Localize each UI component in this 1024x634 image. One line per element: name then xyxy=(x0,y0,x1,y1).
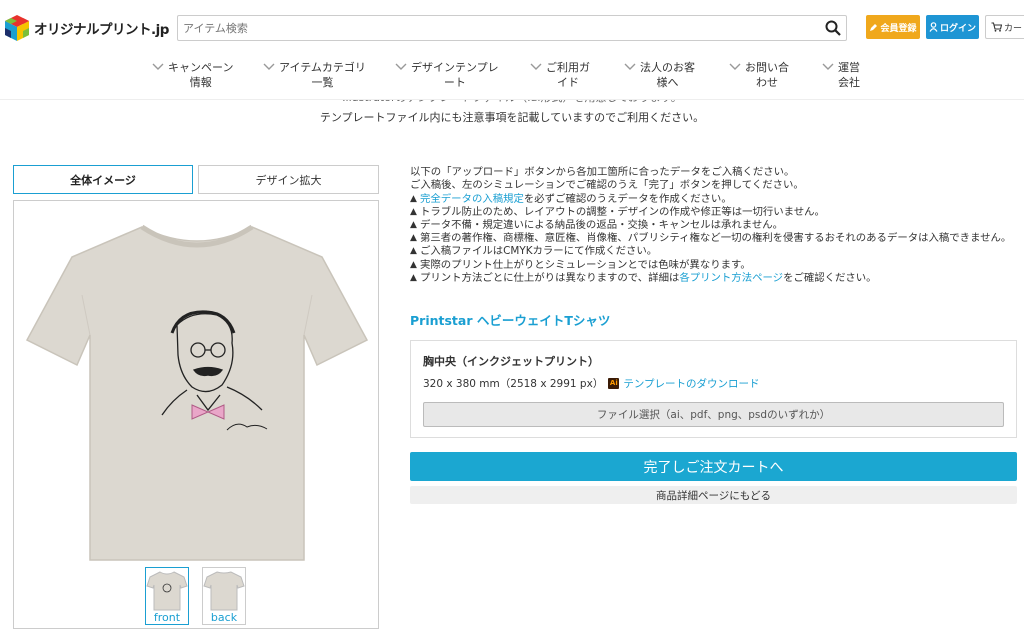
warning-item: ▲ 実際のプリント仕上がりとシミュレーションとでは色味が異なります。 xyxy=(410,259,1020,272)
nav-item-company[interactable]: 運営 会社 xyxy=(822,60,860,90)
back-to-product-button[interactable]: 商品詳細ページにもどる xyxy=(410,486,1017,504)
chevron-down-icon xyxy=(152,63,164,70)
complete-order-button[interactable]: 完了しご注文カートへ xyxy=(410,452,1017,481)
logo-text: オリジナルプリント.jp xyxy=(34,22,169,38)
nav-label-line2: 様へ xyxy=(656,76,679,89)
user-icon xyxy=(929,22,938,32)
nav-label-line2: 一覧 xyxy=(311,76,334,89)
cart-icon xyxy=(991,22,1002,32)
thumbnail-back-label[interactable]: back xyxy=(202,611,246,624)
print-size-row: 320 x 380 mm（2518 x 2991 px） Ai テンプレートのダ… xyxy=(423,376,760,391)
warning-text: 第三者の著作権、商標権、意匠権、肖像権、パブリシティ権など一切の権利を侵害するお… xyxy=(420,232,1012,245)
chevron-down-icon xyxy=(530,63,542,70)
template-notice-line2: テンプレートファイル内にも注意事項を記載していますのでご利用ください。 xyxy=(319,111,705,124)
warning-triangle-icon: ▲ xyxy=(410,273,417,284)
print-position: 胸中央（インクジェットプリント） xyxy=(423,355,599,368)
thumbnail-front-label[interactable]: front xyxy=(145,611,189,624)
login-label: ログイン xyxy=(939,23,976,34)
nav-item-guide[interactable]: ご利用ガ イド xyxy=(530,60,590,90)
nav-label-line1: キャンペーン xyxy=(168,61,234,74)
pencil-icon xyxy=(870,23,878,31)
member-register-label: 会員登録 xyxy=(880,23,917,34)
chevron-down-icon xyxy=(822,63,834,70)
warning-triangle-icon: ▲ xyxy=(410,220,417,231)
warning-item: ▲ トラブル防止のため、レイアウトの調整・デザインの作成や修正等は一切行いません。 xyxy=(410,206,1020,219)
print-method-link[interactable]: 各プリント方法ページ xyxy=(679,272,783,284)
nav-label-line1: お問い合 xyxy=(745,61,789,74)
nav-item-contact[interactable]: お問い合 わせ xyxy=(729,60,789,90)
site-header: オリジナルプリント.jp 会員登録 ログイン カート キャンペーン 情報 xyxy=(0,0,1024,100)
warning-text: プリント方法ごとに仕上がりは異なりますので、詳細は xyxy=(420,272,680,285)
site-logo[interactable]: オリジナルプリント.jp xyxy=(2,13,169,43)
warning-item: ▲ 完全データの入稿規定を必ずご確認のうえデータを作成ください。 xyxy=(410,193,1020,206)
submission-rules-link[interactable]: 完全データの入稿規定 xyxy=(420,193,524,205)
tab-overall-image[interactable]: 全体イメージ xyxy=(13,165,193,194)
chevron-down-icon xyxy=(624,63,636,70)
search-input[interactable] xyxy=(178,16,808,40)
warning-item: ▲ データ不備・規定違いによる納品後の返品・交換・キャンセルは承れません。 xyxy=(410,219,1020,232)
warning-triangle-icon: ▲ xyxy=(410,233,417,244)
warning-text: を必ずご確認のうえデータを作成ください。 xyxy=(523,192,732,205)
intro-line: 以下の「アップロード」ボタンから各加工箇所に合ったデータをご入稿ください。 xyxy=(410,166,795,178)
warning-item: ▲ プリント方法ごとに仕上がりは異なりますので、詳細は各プリント方法ページをご確認… xyxy=(410,272,1020,285)
nav-label-line1: 法人のお客 xyxy=(640,61,695,74)
nav-label-line1: デザインテンプレ xyxy=(411,61,499,74)
main-nav: キャンペーン 情報 アイテムカテゴリ 一覧 デザインテンプレ ート ご利用ガ イ… xyxy=(0,60,1024,96)
warning-triangle-icon: ▲ xyxy=(410,206,417,217)
warning-triangle-icon: ▲ xyxy=(410,246,417,257)
tab-design-zoom[interactable]: デザイン拡大 xyxy=(198,165,379,194)
nav-label-line2: 会社 xyxy=(838,76,860,89)
member-register-button[interactable]: 会員登録 xyxy=(866,15,920,39)
file-select-button[interactable]: ファイル選択（ai、pdf、png、psdのいずれか） xyxy=(423,402,1004,427)
warning-item: ▲ ご入稿ファイルはCMYKカラーにて作成ください。 xyxy=(410,245,1020,258)
nav-label-line1: 運営 xyxy=(838,61,860,74)
search-box xyxy=(177,15,847,41)
login-button[interactable]: ログイン xyxy=(926,15,979,39)
nav-item-template[interactable]: デザインテンプレ ート xyxy=(395,60,499,90)
nav-item-campaign[interactable]: キャンペーン 情報 xyxy=(152,60,234,90)
nav-label-line2: イド xyxy=(557,76,579,89)
chevron-down-icon xyxy=(263,63,275,70)
logo-cube-icon xyxy=(5,15,29,41)
product-title: Printstar ヘビーウェイトTシャツ xyxy=(410,313,611,328)
warning-triangle-icon: ▲ xyxy=(410,193,417,204)
chevron-down-icon xyxy=(729,63,741,70)
warning-text: トラブル防止のため、レイアウトの調整・デザインの作成や修正等は一切行いません。 xyxy=(420,205,825,218)
search-icon[interactable] xyxy=(824,19,842,37)
chevron-down-icon xyxy=(395,63,407,70)
tshirt-front-thumb-icon xyxy=(146,571,188,611)
nav-label-line2: 情報 xyxy=(189,76,212,89)
upload-section: 胸中央（インクジェットプリント） 320 x 380 mm（2518 x 299… xyxy=(410,340,1017,438)
warning-triangle-icon: ▲ xyxy=(410,259,417,270)
nav-label-line2: ート xyxy=(443,76,466,89)
warning-text: データ不備・規定違いによる納品後の返品・交換・キャンセルは承れません。 xyxy=(420,219,784,232)
nav-label-line1: ご利用ガ xyxy=(546,61,590,74)
tshirt-back-thumb-icon xyxy=(203,571,245,611)
tshirt-front-image xyxy=(25,224,369,561)
nav-label-line2: わせ xyxy=(756,76,778,89)
illustrator-icon: Ai xyxy=(608,378,620,389)
nav-label-line1: アイテムカテゴリ xyxy=(279,61,366,74)
upload-instructions: 以下の「アップロード」ボタンから各加工箇所に合ったデータをご入稿ください。 ご入… xyxy=(410,166,1020,285)
template-download-link[interactable]: テンプレートのダウンロード xyxy=(623,376,759,391)
cart-label: カート xyxy=(1004,23,1024,34)
cart-button[interactable]: カート xyxy=(985,15,1024,39)
intro-line: ご入稿後、左のシミュレーションでご確認のうえ「完了」ボタンを押してください。 xyxy=(410,179,804,192)
nav-item-corporate[interactable]: 法人のお客 様へ xyxy=(624,60,695,90)
shirt-preview xyxy=(13,200,379,629)
warning-text: 実際のプリント仕上がりとシミュレーションとでは色味が異なります。 xyxy=(420,258,751,271)
nav-item-category[interactable]: アイテムカテゴリ 一覧 xyxy=(263,60,366,90)
print-size: 320 x 380 mm（2518 x 2991 px） xyxy=(423,378,604,390)
warning-text: をご確認ください。 xyxy=(783,272,877,285)
warning-text: ご入稿ファイルはCMYKカラーにて作成ください。 xyxy=(420,245,658,258)
warning-item: ▲ 第三者の著作権、商標権、意匠権、肖像権、パブリシティ権など一切の権利を侵害する… xyxy=(410,232,1020,245)
